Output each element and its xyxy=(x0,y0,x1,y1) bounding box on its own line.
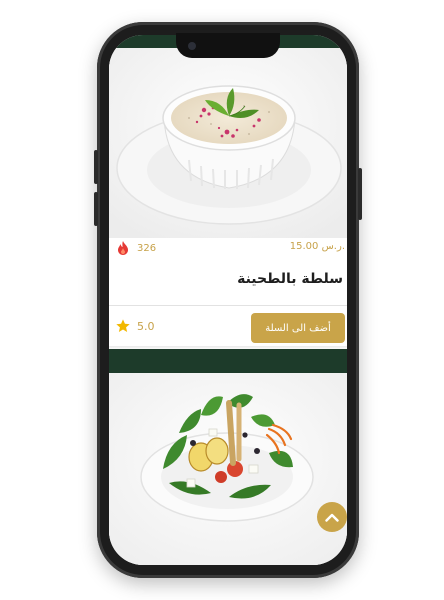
add-to-cart-button[interactable]: أضف الى السلة xyxy=(251,313,345,343)
action-row: 5.0 أضف الى السلة xyxy=(109,310,347,346)
star-icon xyxy=(116,319,130,332)
chevron-up-icon xyxy=(325,513,339,522)
phone-volume-button xyxy=(94,150,98,184)
rating-value: 5.0 xyxy=(137,319,155,333)
item-title: سلطة بالطحينة xyxy=(237,271,343,287)
phone-screen: 326 15.00 ر.س. سلطة بالطحينة 5.0 أضف الى… xyxy=(109,35,347,565)
section-band xyxy=(109,349,347,373)
rating: 5.0 xyxy=(115,318,155,334)
phone-volume-button xyxy=(94,192,98,226)
tahini-bowl-illustration xyxy=(109,48,347,238)
next-item-image[interactable] xyxy=(109,373,347,565)
menu-item-image[interactable] xyxy=(109,48,347,238)
fire-icon xyxy=(118,241,128,255)
price-row: 326 15.00 ر.س. xyxy=(109,238,347,258)
calories-info: 326 xyxy=(117,240,156,256)
item-price: 15.00 ر.س. xyxy=(289,241,345,252)
scroll-top-button[interactable] xyxy=(317,502,347,532)
salad-plate-illustration xyxy=(109,373,347,565)
phone-power-button xyxy=(358,168,362,220)
camera-icon xyxy=(188,42,196,50)
calories-value: 326 xyxy=(137,242,157,254)
divider xyxy=(109,305,347,306)
